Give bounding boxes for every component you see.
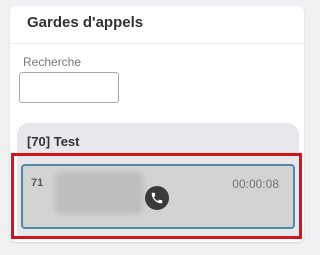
panel-divider: [10, 43, 304, 44]
panel-title: Gardes d'appels: [27, 14, 144, 31]
blurred-caller-info: [55, 172, 143, 214]
search-label: Recherche: [23, 55, 82, 69]
active-call-card[interactable]: 71 00:00:08: [21, 164, 295, 229]
call-duration: 00:00:08: [232, 177, 279, 191]
phone-icon[interactable]: [145, 186, 169, 210]
phone-glyph: [151, 192, 163, 204]
call-group-title: [70] Test: [27, 134, 80, 149]
search-input[interactable]: [19, 72, 119, 103]
call-extension-number: 71: [31, 177, 44, 189]
